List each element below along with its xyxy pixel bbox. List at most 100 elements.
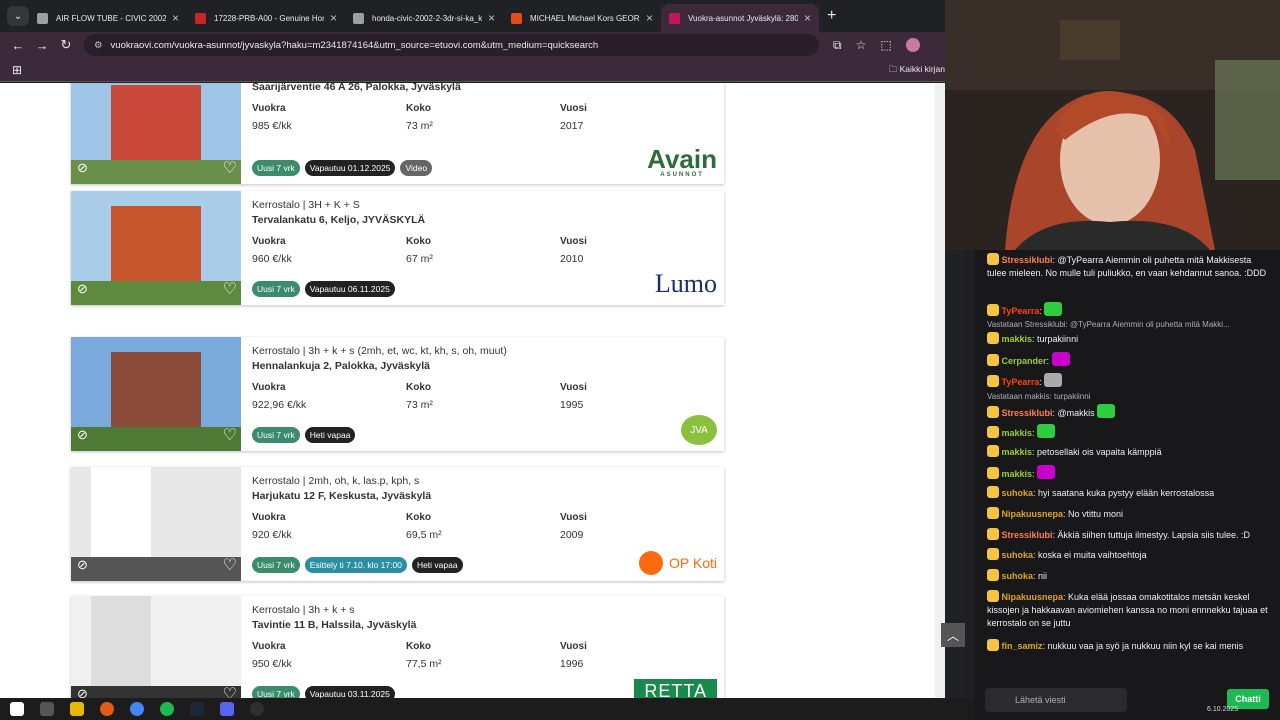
chat-username[interactable]: Nipakuusnepa xyxy=(1002,509,1064,519)
forward-button[interactable]: → xyxy=(30,38,54,53)
listing-photo[interactable]: ⊘ ♡ xyxy=(71,337,241,451)
chat-username[interactable]: suhoka xyxy=(1002,488,1034,498)
rent-value: 922,96 €/kk xyxy=(252,399,307,411)
rent-value: 960 €/kk xyxy=(252,253,292,265)
listing-address[interactable]: Tavintie 11 B, Halssila, Jyväskylä xyxy=(252,619,714,631)
listing-card[interactable]: ⊘ ♡ Kerrostalo | 3h + k + s (2mh, et, wc… xyxy=(71,337,724,451)
chat-username[interactable]: TyPearra xyxy=(1002,306,1040,316)
listing-photo[interactable]: ⊘ ♡ xyxy=(71,83,241,184)
chat-text: : koska ei muita vaihtoehtoja xyxy=(1033,550,1147,560)
extensions-icon[interactable]: ⬚ xyxy=(880,38,891,53)
chat-username[interactable]: makkis xyxy=(1002,469,1033,479)
bookmark-folder[interactable]: 🗀 Kaikki kirjan xyxy=(889,64,945,78)
listing-address[interactable]: Harjukatu 12 F, Keskusta, Jyväskylä xyxy=(252,490,714,502)
bookmark-star-icon[interactable]: ☆ xyxy=(856,38,867,53)
windows-start-icon[interactable] xyxy=(10,702,24,716)
new-tab-button[interactable]: + xyxy=(827,7,836,25)
chat-username[interactable]: makkis xyxy=(1002,428,1033,438)
firefox-icon[interactable] xyxy=(100,702,114,716)
chat-message: makkis: xyxy=(987,465,1272,481)
back-button[interactable]: ← xyxy=(6,38,30,53)
stream-chat: Stressiklubi: @TyPearra Aiemmin oli puhe… xyxy=(975,250,1280,720)
tab-close-icon[interactable]: × xyxy=(646,11,653,25)
chat-text: : xyxy=(1032,428,1035,438)
browser-tab[interactable]: 17228-PRB-A00 - Genuine Hon × xyxy=(187,4,345,32)
rent-value: 920 €/kk xyxy=(252,529,292,541)
chat-scrollbar[interactable] xyxy=(965,250,975,698)
listing-card[interactable]: ⊘ ♡ Kerrostalo | 3H + K + S Tervalankatu… xyxy=(71,191,724,305)
browser-toolbar: ← → ↻ ⚙ vuokraovi.com/vuokra-asunnot/jyv… xyxy=(0,32,945,58)
chat-badge-icon xyxy=(987,253,999,265)
back-to-top-button[interactable]: ︿ xyxy=(941,623,965,647)
obs-icon[interactable] xyxy=(250,702,264,716)
chat-text: : nii xyxy=(1033,571,1048,581)
file-explorer-icon[interactable] xyxy=(70,702,84,716)
listing-photo[interactable]: ⊘ ♡ xyxy=(71,596,241,698)
hide-listing-icon[interactable]: ⊘ xyxy=(77,281,88,297)
listing-card[interactable]: ⊘ ♡ Kerrostalo | 3h + k + s Tavintie 11 … xyxy=(71,596,724,698)
hide-listing-icon[interactable]: ⊘ xyxy=(77,686,88,698)
chat-badge-icon xyxy=(987,590,999,602)
listing-badge: Uusi 7 vrk xyxy=(252,557,300,573)
listing-address[interactable]: Tervalankatu 6, Keljo, JYVÄSKYLÄ xyxy=(252,214,714,226)
listing-photo[interactable]: ⊘ ♡ xyxy=(71,467,241,581)
chat-username[interactable]: Nipakuusnepa xyxy=(1002,592,1064,602)
chat-input[interactable]: Lähetä viesti xyxy=(985,688,1127,712)
favorite-heart-icon[interactable]: ♡ xyxy=(223,158,237,178)
chat-username[interactable]: Cerpander xyxy=(1002,356,1047,366)
chat-username[interactable]: Stressiklubi xyxy=(1002,408,1053,418)
favorite-heart-icon[interactable]: ♡ xyxy=(223,684,237,698)
tab-close-icon[interactable]: × xyxy=(804,11,811,25)
apps-grid-icon[interactable]: ⊞ xyxy=(12,63,22,77)
favorite-heart-icon[interactable]: ♡ xyxy=(223,279,237,299)
year-label: Vuosi xyxy=(560,512,587,523)
year-label: Vuosi xyxy=(560,236,587,247)
chat-username[interactable]: TyPearra xyxy=(1002,377,1040,387)
chat-username[interactable]: suhoka xyxy=(1002,571,1034,581)
discord-icon[interactable] xyxy=(220,702,234,716)
chat-badge-icon xyxy=(987,445,999,457)
spotify-icon[interactable] xyxy=(160,702,174,716)
browser-tab[interactable]: honda-civic-2002-2-3dr-si-ka_k × xyxy=(345,4,503,32)
listing-photo[interactable]: ⊘ ♡ xyxy=(71,191,241,305)
reload-button[interactable]: ↻ xyxy=(54,37,78,53)
browser-tab[interactable]: MICHAEL Michael Kors GEORGI × xyxy=(503,4,661,32)
chat-reply-context: Vastataan Stressiklubi: @TyPearra Aiemmi… xyxy=(987,320,1230,329)
site-info-icon[interactable]: ⚙ xyxy=(94,40,103,51)
listing-address[interactable]: Hennalankuja 2, Palokka, Jyväskylä xyxy=(252,360,714,372)
rent-value: 985 €/kk xyxy=(252,120,292,132)
listing-address[interactable]: Saarijärventie 46 A 26, Palokka, Jyväsky… xyxy=(252,83,714,93)
rent-label: Vuokra xyxy=(252,103,286,114)
chat-username[interactable]: suhoka xyxy=(1002,550,1034,560)
chat-username[interactable]: Stressiklubi xyxy=(1002,530,1053,540)
chat-username[interactable]: makkis xyxy=(1002,334,1033,344)
cast-icon[interactable]: ⧉ xyxy=(833,38,842,53)
favorite-heart-icon[interactable]: ♡ xyxy=(223,555,237,575)
hide-listing-icon[interactable]: ⊘ xyxy=(77,160,88,176)
chat-username[interactable]: makkis xyxy=(1002,447,1033,457)
chat-username[interactable]: fin_samiz xyxy=(1002,641,1043,651)
chat-username[interactable]: Stressiklubi xyxy=(1002,255,1053,265)
page-scrollbar[interactable] xyxy=(935,83,945,698)
tab-close-icon[interactable]: × xyxy=(172,11,179,25)
listing-badge: Vapautuu 06.11.2025 xyxy=(304,281,395,297)
browser-tab[interactable]: Vuokra-asunnot Jyväskylä: 280 × xyxy=(661,4,819,32)
tab-search-button[interactable]: ⌄ xyxy=(7,6,29,26)
favorite-heart-icon[interactable]: ♡ xyxy=(223,425,237,445)
tab-favicon-icon xyxy=(669,12,680,24)
listing-card[interactable]: ⊘ ♡ Saarijärventie 46 A 26, Palokka, Jyv… xyxy=(71,83,724,184)
task-view-icon[interactable] xyxy=(40,702,54,716)
hide-listing-icon[interactable]: ⊘ xyxy=(77,557,88,573)
tab-title: MICHAEL Michael Kors GEORGI xyxy=(530,13,640,23)
profile-avatar[interactable] xyxy=(905,37,920,52)
tab-close-icon[interactable]: × xyxy=(330,11,337,25)
chat-reply-context: Vastataan makkis: turpakiinni xyxy=(987,392,1091,401)
hide-listing-icon[interactable]: ⊘ xyxy=(77,427,88,443)
chrome-icon[interactable] xyxy=(130,702,144,716)
listing-card[interactable]: ⊘ ♡ Kerrostalo | 2mh, oh, k, las.p, kph,… xyxy=(71,467,724,581)
steam-icon[interactable] xyxy=(190,702,204,716)
lumo-logo: Lumo xyxy=(654,269,717,298)
address-bar[interactable]: ⚙ vuokraovi.com/vuokra-asunnot/jyvaskyla… xyxy=(84,34,819,56)
tab-close-icon[interactable]: × xyxy=(488,11,495,25)
browser-tab[interactable]: AIR FLOW TUBE - CIVIC 2002 (2 × xyxy=(29,4,187,32)
